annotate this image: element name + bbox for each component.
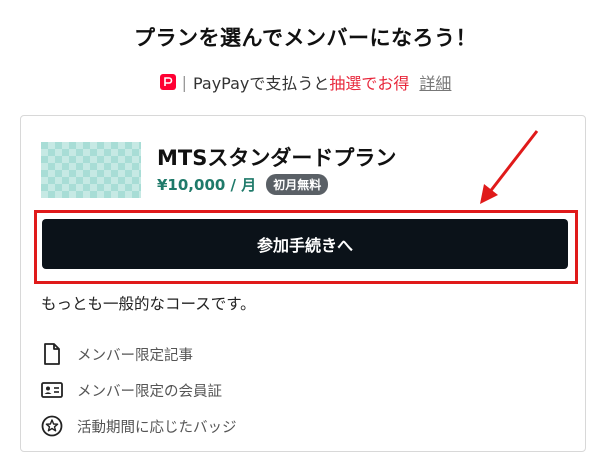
plan-card: MTSスタンダードプラン ¥10,000 / 月 初月無料 参加手続きへ もっと… bbox=[20, 115, 586, 452]
promo-text: PayPayで支払うと bbox=[192, 74, 330, 93]
paypay-promo: | PayPayで支払うと 抽選でお得 詳細 bbox=[0, 70, 611, 94]
benefit-item: メンバー限定の会員証 bbox=[41, 372, 237, 408]
plan-name: MTSスタンダードプラン bbox=[157, 146, 397, 170]
benefit-label: 活動期間に応じたバッジ bbox=[77, 419, 237, 436]
promo-highlight: 抽選でお得 bbox=[329, 74, 410, 93]
benefit-item: メンバー限定記事 bbox=[41, 336, 237, 372]
benefit-item: 活動期間に応じたバッジ bbox=[41, 408, 237, 444]
detail-link[interactable]: 詳細 bbox=[419, 70, 451, 94]
badge-icon bbox=[41, 415, 63, 437]
paypay-icon bbox=[159, 74, 176, 90]
first-month-free-badge: 初月無料 bbox=[266, 174, 329, 195]
plan-price: ¥10,000 / 月 bbox=[157, 176, 257, 194]
promo-separator: | bbox=[181, 72, 187, 92]
plan-description: もっとも一般的なコースです。 bbox=[41, 295, 256, 313]
plan-thumbnail bbox=[41, 142, 141, 198]
benefit-label: メンバー限定の会員証 bbox=[77, 383, 222, 400]
join-button[interactable]: 参加手続きへ bbox=[42, 219, 568, 269]
benefit-label: メンバー限定記事 bbox=[77, 347, 193, 364]
document-icon bbox=[41, 343, 63, 365]
page-title: プランを選んでメンバーになろう！ bbox=[134, 26, 477, 50]
benefit-list: メンバー限定記事 メンバー限定の会員証 活動期間に応じたバッジ bbox=[41, 336, 237, 444]
id-card-icon bbox=[41, 379, 63, 401]
price-row: ¥10,000 / 月 初月無料 bbox=[157, 174, 329, 195]
